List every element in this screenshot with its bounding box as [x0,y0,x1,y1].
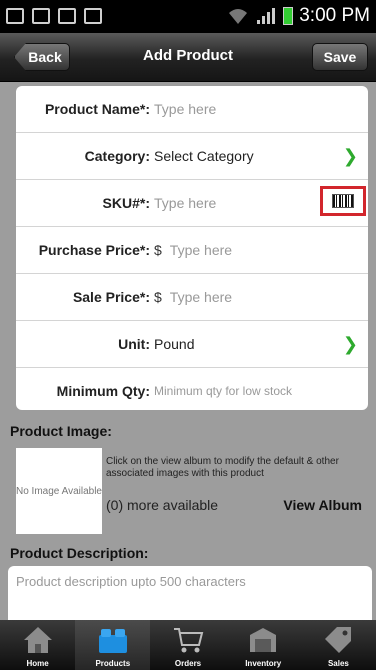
unit-row[interactable]: Unit: Pound ❯ [16,321,368,368]
navigation-bar: Back Add Product Save [0,33,376,82]
status-bar: 3:00 PM [0,0,376,33]
more-images-count: (0) more available [106,497,219,513]
tab-home[interactable]: Home [0,620,75,670]
sku-row[interactable]: SKU#*: Type here [16,180,368,227]
sale-currency-symbol: $ [154,289,162,305]
barcode-scan-button[interactable] [320,186,366,216]
tab-products-label: Products [95,659,131,668]
mail-icon [32,8,50,24]
no-image-text: No Image Available [16,485,102,497]
home-icon [23,627,52,653]
tab-inventory[interactable]: Inventory [226,620,301,670]
chevron-right-icon: ❯ [342,334,358,354]
notification-icons [6,8,102,24]
sale-price-label: Sale Price*: [72,289,150,305]
chevron-right-icon: ❯ [342,146,358,166]
tab-sales[interactable]: Sales [301,620,376,670]
min-qty-row[interactable]: Minimum Qty: Minimum qty for low stock [16,368,368,410]
tab-home-label: Home [26,659,49,668]
cart-icon [174,628,204,653]
view-album-link[interactable]: View Album [283,497,362,513]
purchase-price-input[interactable]: Type here [170,242,232,258]
battery-icon [283,7,294,25]
product-image-title: Product Image: [10,423,112,439]
product-description-input[interactable] [8,566,372,626]
unit-label: Unit: [118,336,150,352]
check-icon [84,8,102,24]
tab-inventory-label: Inventory [245,659,282,668]
signal-icon [257,8,276,24]
barcode-icon [332,194,354,208]
save-button[interactable]: Save [312,43,368,71]
unit-select[interactable]: Pound [154,336,194,352]
tab-orders-label: Orders [174,659,202,668]
clock: 3:00 PM [299,5,370,26]
product-form: Product Name*: Type here Category: Selec… [16,86,368,410]
sale-price-row[interactable]: Sale Price*: $ Type here [16,274,368,321]
purchase-price-label: Purchase Price*: [38,242,150,258]
tag-icon [325,627,352,653]
purchase-price-row[interactable]: Purchase Price*: $ Type here [16,227,368,274]
purchase-currency-symbol: $ [154,242,162,258]
wifi-icon [229,9,248,24]
category-select[interactable]: Select Category [154,148,254,164]
product-name-label: Product Name*: [44,101,150,117]
system-indicators: 3:00 PM [227,5,370,27]
sku-label: SKU#*: [102,195,150,211]
tab-sales-label: Sales [327,659,349,668]
inventory-icon [250,628,277,652]
usb-icon [6,8,24,24]
tab-products[interactable]: Products [75,620,151,670]
min-qty-label: Minimum Qty: [56,383,150,399]
sale-price-input[interactable]: Type here [170,289,232,305]
image-help-text: Click on the view album to modify the de… [106,456,339,479]
product-description-title: Product Description: [10,545,149,561]
product-description-box [8,566,372,626]
calendar-check-icon [58,8,76,24]
min-qty-input[interactable]: Minimum qty for low stock [154,384,292,398]
sku-input[interactable]: Type here [154,195,216,211]
bottom-tab-bar: Home Products Orders Inventory Sales [0,620,376,670]
category-row[interactable]: Category: Select Category ❯ [16,133,368,180]
category-label: Category: [84,148,150,164]
product-image-placeholder[interactable]: No Image Available [16,448,102,534]
tab-orders[interactable]: Orders [150,620,225,670]
product-name-input[interactable]: Type here [154,101,216,117]
product-name-row[interactable]: Product Name*: Type here [16,86,368,133]
products-icon [98,629,127,653]
